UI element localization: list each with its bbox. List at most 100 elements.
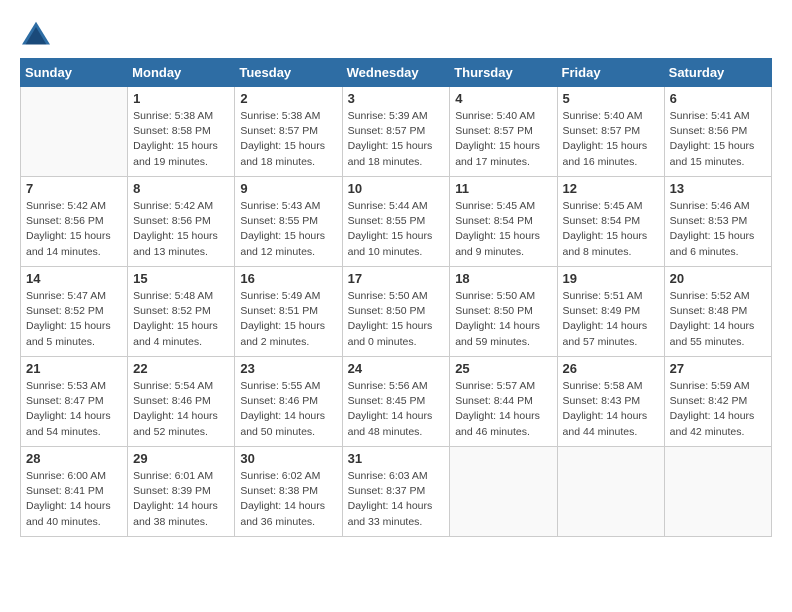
calendar-cell: 2 Sunrise: 5:38 AM Sunset: 8:57 PM Daylig… (235, 87, 342, 177)
calendar-cell: 21 Sunrise: 5:53 AM Sunset: 8:47 PM Dayli… (21, 357, 128, 447)
day-number: 9 (240, 181, 336, 196)
day-number: 30 (240, 451, 336, 466)
calendar-cell: 8Sunrise: 5:42 AM Sunset: 8:56 PM Daylig… (128, 177, 235, 267)
day-info: Sunrise: 5:41 AM Sunset: 8:56 PM Dayligh… (670, 109, 766, 170)
calendar-cell: 15Sunrise: 5:48 AM Sunset: 8:52 PM Dayli… (128, 267, 235, 357)
day-info: Sunrise: 5:59 AM Sunset: 8:42 PM Dayligh… (670, 379, 766, 440)
calendar-cell: 14 Sunrise: 5:47 AM Sunset: 8:52 PM Dayli… (21, 267, 128, 357)
day-info: Sunrise: 5:44 AM Sunset: 8:55 PM Dayligh… (348, 199, 445, 260)
day-number: 31 (348, 451, 445, 466)
calendar-cell: 10Sunrise: 5:44 AM Sunset: 8:55 PM Dayli… (342, 177, 450, 267)
day-number: 15 (133, 271, 229, 286)
calendar-cell: 12 Sunrise: 5:45 AM Sunset: 8:54 PM Dayli… (557, 177, 664, 267)
calendar-week-row: 7 Sunrise: 5:42 AM Sunset: 8:56 PM Daylig… (21, 177, 772, 267)
day-info: Sunrise: 5:38 AM Sunset: 8:58 PM Dayligh… (133, 109, 229, 170)
logo (20, 20, 58, 48)
calendar-cell: 17 Sunrise: 5:50 AM Sunset: 8:50 PM Dayli… (342, 267, 450, 357)
header-day-monday: Monday (128, 59, 235, 87)
day-number: 21 (26, 361, 122, 376)
calendar-cell: 1 Sunrise: 5:38 AM Sunset: 8:58 PM Daylig… (128, 87, 235, 177)
day-info: Sunrise: 5:51 AM Sunset: 8:49 PM Dayligh… (563, 289, 659, 350)
calendar-cell: 27 Sunrise: 5:59 AM Sunset: 8:42 PM Dayli… (664, 357, 771, 447)
day-info: Sunrise: 5:58 AM Sunset: 8:43 PM Dayligh… (563, 379, 659, 440)
calendar-cell: 9 Sunrise: 5:43 AM Sunset: 8:55 PM Daylig… (235, 177, 342, 267)
calendar-cell: 26Sunrise: 5:58 AM Sunset: 8:43 PM Dayli… (557, 357, 664, 447)
day-number: 28 (26, 451, 122, 466)
day-info: Sunrise: 5:46 AM Sunset: 8:53 PM Dayligh… (670, 199, 766, 260)
calendar-cell: 11 Sunrise: 5:45 AM Sunset: 8:54 PM Dayli… (450, 177, 557, 267)
day-number: 8 (133, 181, 229, 196)
day-info: Sunrise: 5:40 AM Sunset: 8:57 PM Dayligh… (455, 109, 551, 170)
day-number: 23 (240, 361, 336, 376)
calendar-cell: 13 Sunrise: 5:46 AM Sunset: 8:53 PM Dayli… (664, 177, 771, 267)
day-number: 18 (455, 271, 551, 286)
calendar-cell (450, 447, 557, 537)
day-info: Sunrise: 5:43 AM Sunset: 8:55 PM Dayligh… (240, 199, 336, 260)
calendar-week-row: 21 Sunrise: 5:53 AM Sunset: 8:47 PM Dayli… (21, 357, 772, 447)
calendar-cell: 19Sunrise: 5:51 AM Sunset: 8:49 PM Dayli… (557, 267, 664, 357)
day-number: 11 (455, 181, 551, 196)
day-info: Sunrise: 6:00 AM Sunset: 8:41 PM Dayligh… (26, 469, 122, 530)
day-number: 24 (348, 361, 445, 376)
day-number: 27 (670, 361, 766, 376)
calendar-cell: 25Sunrise: 5:57 AM Sunset: 8:44 PM Dayli… (450, 357, 557, 447)
calendar-week-row: 28 Sunrise: 6:00 AM Sunset: 8:41 PM Dayli… (21, 447, 772, 537)
day-number: 2 (240, 91, 336, 106)
day-info: Sunrise: 6:02 AM Sunset: 8:38 PM Dayligh… (240, 469, 336, 530)
day-number: 12 (563, 181, 659, 196)
day-info: Sunrise: 5:50 AM Sunset: 8:50 PM Dayligh… (348, 289, 445, 350)
day-number: 5 (563, 91, 659, 106)
day-info: Sunrise: 5:45 AM Sunset: 8:54 PM Dayligh… (455, 199, 551, 260)
calendar-cell (664, 447, 771, 537)
header-day-sunday: Sunday (21, 59, 128, 87)
calendar-cell: 29Sunrise: 6:01 AM Sunset: 8:39 PM Dayli… (128, 447, 235, 537)
day-number: 6 (670, 91, 766, 106)
header-day-wednesday: Wednesday (342, 59, 450, 87)
calendar-cell: 5Sunrise: 5:40 AM Sunset: 8:57 PM Daylig… (557, 87, 664, 177)
day-number: 14 (26, 271, 122, 286)
calendar-cell: 20Sunrise: 5:52 AM Sunset: 8:48 PM Dayli… (664, 267, 771, 357)
day-number: 16 (240, 271, 336, 286)
day-info: Sunrise: 5:56 AM Sunset: 8:45 PM Dayligh… (348, 379, 445, 440)
day-info: Sunrise: 5:38 AM Sunset: 8:57 PM Dayligh… (240, 109, 336, 170)
calendar-week-row: 14 Sunrise: 5:47 AM Sunset: 8:52 PM Dayli… (21, 267, 772, 357)
calendar-cell: 16 Sunrise: 5:49 AM Sunset: 8:51 PM Dayli… (235, 267, 342, 357)
calendar-cell: 7 Sunrise: 5:42 AM Sunset: 8:56 PM Daylig… (21, 177, 128, 267)
calendar-cell: 30 Sunrise: 6:02 AM Sunset: 8:38 PM Dayli… (235, 447, 342, 537)
calendar-cell (557, 447, 664, 537)
calendar-header-row: SundayMondayTuesdayWednesdayThursdayFrid… (21, 59, 772, 87)
day-info: Sunrise: 5:39 AM Sunset: 8:57 PM Dayligh… (348, 109, 445, 170)
day-number: 17 (348, 271, 445, 286)
header-day-tuesday: Tuesday (235, 59, 342, 87)
day-info: Sunrise: 5:47 AM Sunset: 8:52 PM Dayligh… (26, 289, 122, 350)
day-number: 1 (133, 91, 229, 106)
page-header (20, 20, 772, 48)
day-number: 4 (455, 91, 551, 106)
logo-icon (20, 20, 52, 48)
calendar-cell: 31 Sunrise: 6:03 AM Sunset: 8:37 PM Dayli… (342, 447, 450, 537)
day-info: Sunrise: 6:03 AM Sunset: 8:37 PM Dayligh… (348, 469, 445, 530)
calendar-table: SundayMondayTuesdayWednesdayThursdayFrid… (20, 58, 772, 537)
calendar-cell: 23 Sunrise: 5:55 AM Sunset: 8:46 PM Dayli… (235, 357, 342, 447)
calendar-cell: 22Sunrise: 5:54 AM Sunset: 8:46 PM Dayli… (128, 357, 235, 447)
calendar-cell (21, 87, 128, 177)
calendar-cell: 18 Sunrise: 5:50 AM Sunset: 8:50 PM Dayli… (450, 267, 557, 357)
day-info: Sunrise: 5:50 AM Sunset: 8:50 PM Dayligh… (455, 289, 551, 350)
day-info: Sunrise: 5:52 AM Sunset: 8:48 PM Dayligh… (670, 289, 766, 350)
day-info: Sunrise: 5:55 AM Sunset: 8:46 PM Dayligh… (240, 379, 336, 440)
calendar-week-row: 1 Sunrise: 5:38 AM Sunset: 8:58 PM Daylig… (21, 87, 772, 177)
calendar-cell: 3Sunrise: 5:39 AM Sunset: 8:57 PM Daylig… (342, 87, 450, 177)
day-info: Sunrise: 5:45 AM Sunset: 8:54 PM Dayligh… (563, 199, 659, 260)
calendar-cell: 24 Sunrise: 5:56 AM Sunset: 8:45 PM Dayli… (342, 357, 450, 447)
day-number: 7 (26, 181, 122, 196)
day-number: 29 (133, 451, 229, 466)
day-info: Sunrise: 5:42 AM Sunset: 8:56 PM Dayligh… (26, 199, 122, 260)
day-number: 13 (670, 181, 766, 196)
day-info: Sunrise: 5:53 AM Sunset: 8:47 PM Dayligh… (26, 379, 122, 440)
day-info: Sunrise: 5:57 AM Sunset: 8:44 PM Dayligh… (455, 379, 551, 440)
calendar-cell: 4 Sunrise: 5:40 AM Sunset: 8:57 PM Daylig… (450, 87, 557, 177)
day-info: Sunrise: 5:49 AM Sunset: 8:51 PM Dayligh… (240, 289, 336, 350)
calendar-cell: 28 Sunrise: 6:00 AM Sunset: 8:41 PM Dayli… (21, 447, 128, 537)
day-number: 22 (133, 361, 229, 376)
calendar-cell: 6 Sunrise: 5:41 AM Sunset: 8:56 PM Daylig… (664, 87, 771, 177)
